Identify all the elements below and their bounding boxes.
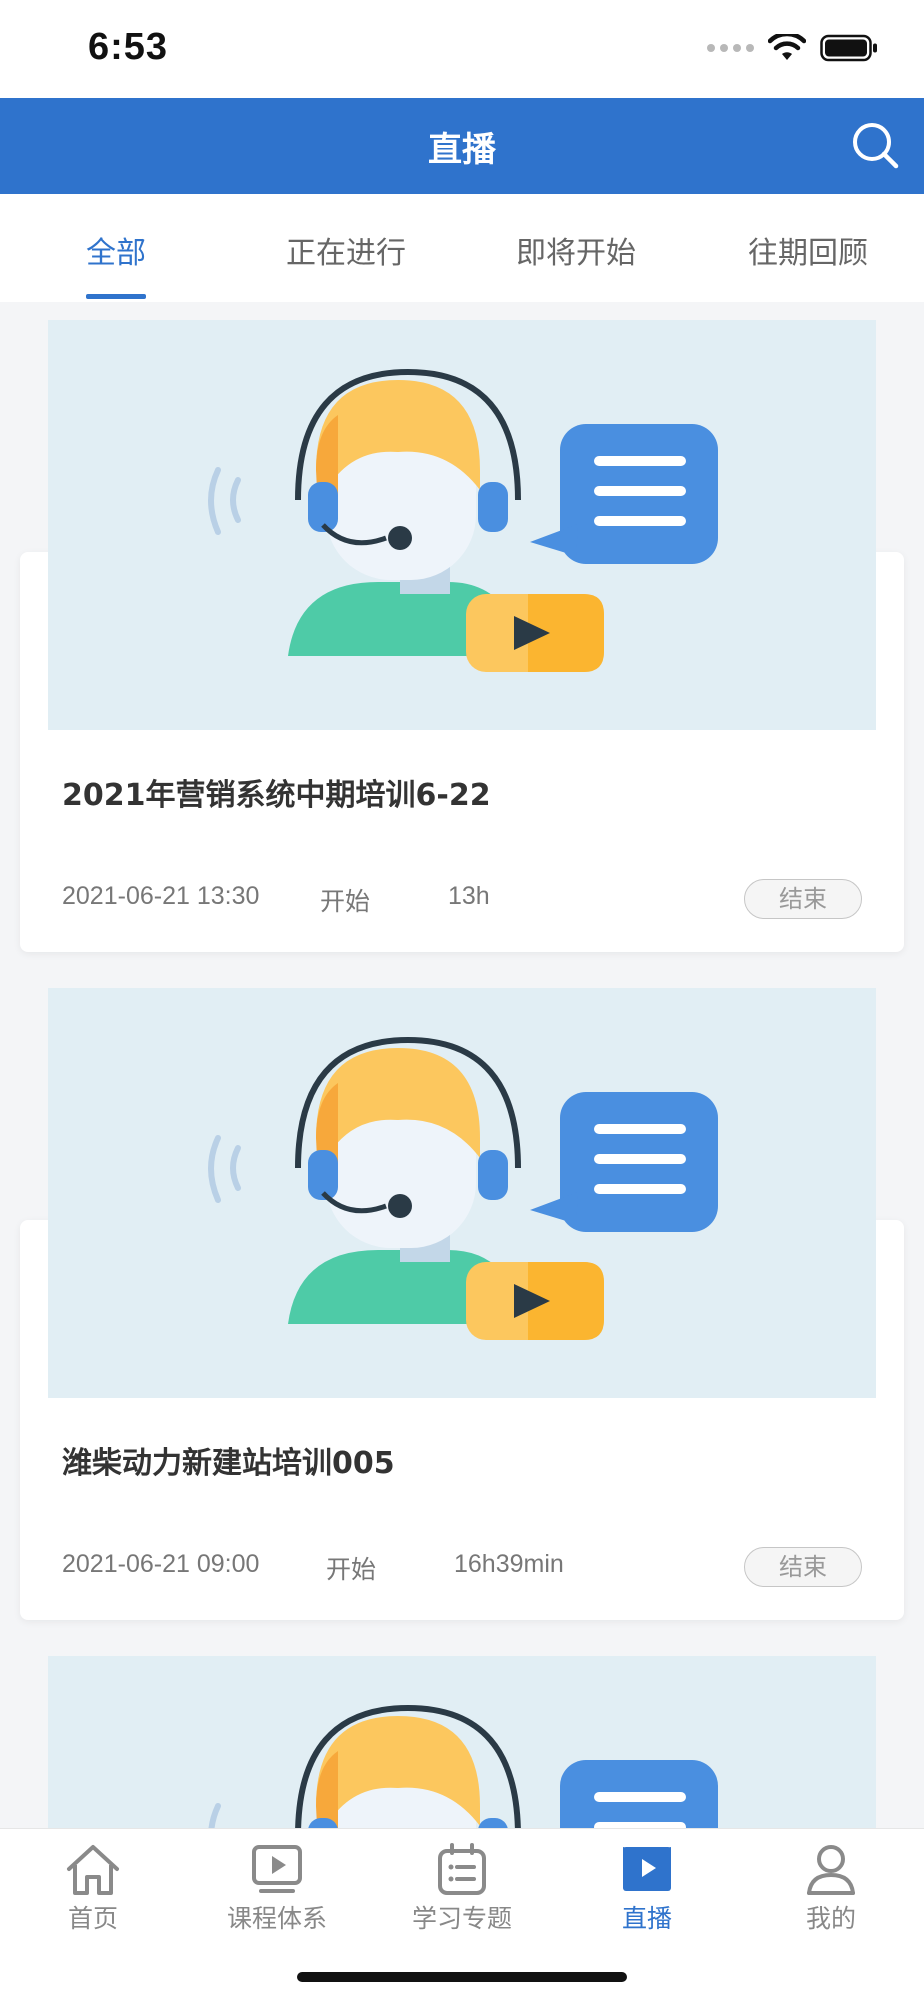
live-thumbnail[interactable] [48,988,876,1398]
battery-icon [820,34,877,62]
topic-list-icon [438,1843,486,1895]
start-time: 2021-06-21 13:30 [62,882,260,910]
nav-label: 直播 [621,1904,672,1933]
start-word: 开始 [320,888,371,916]
nav-label: 学习专题 [411,1904,512,1933]
nav-label: 我的 [805,1904,856,1933]
app-header: 直播 [0,98,924,194]
play-screen-icon [252,1845,302,1893]
live-card-title: 2021年营销系统中期培训6-22 [62,778,491,813]
person-icon [807,1845,855,1895]
duration: 16h39min [454,1550,564,1578]
wifi-icon [768,34,806,60]
nav-item-mine[interactable]: 我的 [766,1841,896,1935]
start-word: 开始 [326,1556,377,1584]
tab-upcoming[interactable]: 即将开始 [496,228,656,272]
nav-label: 首页 [67,1904,118,1933]
start-time: 2021-06-21 09:00 [62,1550,260,1578]
nav-item-courses[interactable]: 课程体系 [212,1841,342,1935]
page-title: 直播 [428,130,496,170]
customer-service-illustration [208,368,718,672]
nav-label: 课程体系 [226,1904,327,1933]
live-list: 2021年营销系统中期培训6-22 2021-06-21 13:30 开始 13… [0,302,924,1828]
cellular-signal-icon [707,44,754,52]
search-icon[interactable] [850,120,902,172]
tab-ongoing[interactable]: 正在进行 [266,228,426,272]
nav-item-home[interactable]: 首页 [28,1841,158,1935]
status-bar: 6:53 [0,0,924,98]
status-badge: 结束 [744,879,862,919]
filter-tabs: 全部 正在进行 即将开始 往期回顾 [0,194,924,302]
status-time: 6:53 [88,26,169,68]
status-icons [707,34,878,62]
live-thumbnail[interactable] [48,1656,876,1828]
active-tab-indicator [86,294,146,299]
live-book-icon [623,1847,671,1891]
home-indicator[interactable] [297,1972,627,1982]
tab-past[interactable]: 往期回顾 [728,228,888,272]
nav-item-live[interactable]: 直播 [582,1841,712,1935]
customer-service-illustration [208,1704,718,1828]
customer-service-illustration [208,1036,718,1340]
duration: 13h [448,882,490,910]
nav-item-topics[interactable]: 学习专题 [397,1841,527,1935]
home-icon [67,1845,119,1895]
tab-all[interactable]: 全部 [56,228,176,272]
live-card-title: 潍柴动力新建站培训005 [62,1446,395,1481]
live-thumbnail[interactable] [48,320,876,730]
status-badge: 结束 [744,1547,862,1587]
